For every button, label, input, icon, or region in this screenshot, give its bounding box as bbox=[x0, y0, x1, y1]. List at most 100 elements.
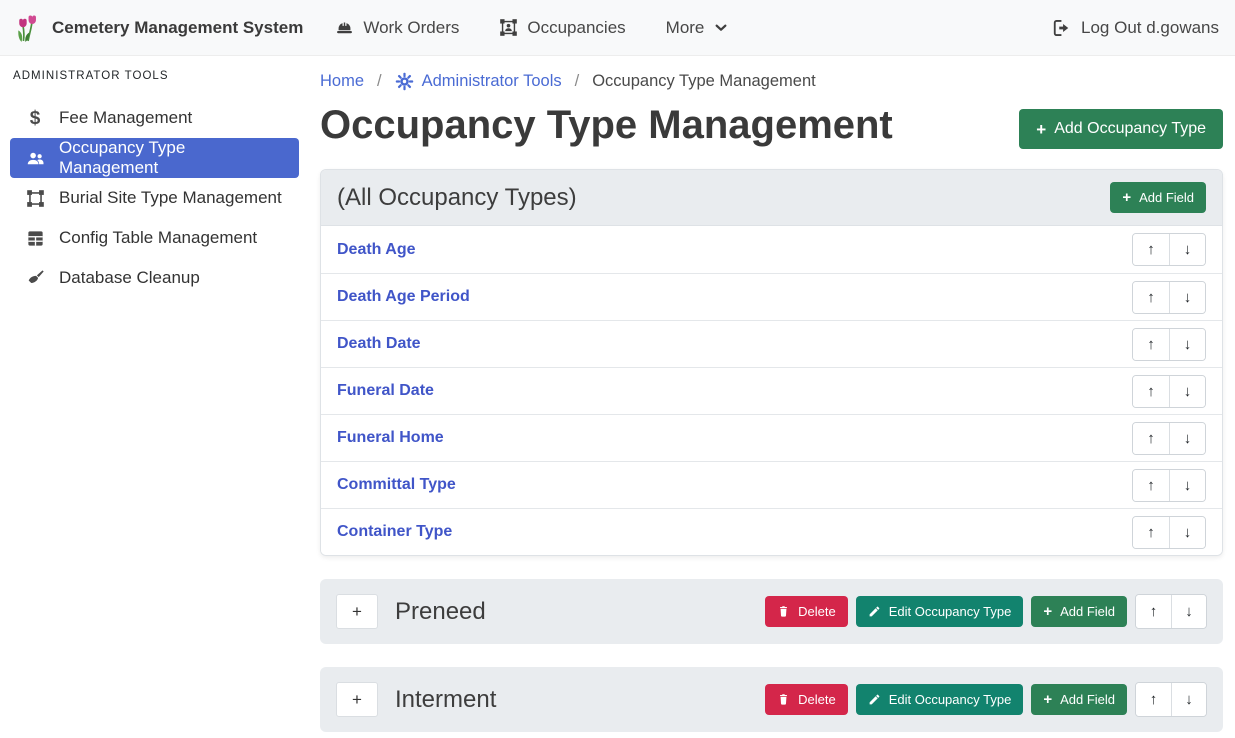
field-link-committal-type[interactable]: Committal Type bbox=[337, 476, 456, 494]
button-label: Add Occupancy Type bbox=[1054, 120, 1206, 138]
reorder-buttons: ↑ ↓ bbox=[1132, 375, 1206, 408]
sidebar-item-database-cleanup[interactable]: Database Cleanup bbox=[10, 258, 299, 298]
trash-icon bbox=[777, 605, 790, 618]
field-row: Death Date ↑ ↓ bbox=[321, 320, 1222, 367]
logout-button[interactable]: Log Out d.gowans bbox=[1051, 18, 1219, 38]
sidebar-item-config-table-management[interactable]: Config Table Management bbox=[10, 218, 299, 258]
nav-label: More bbox=[666, 18, 705, 38]
move-down-button[interactable]: ↓ bbox=[1171, 683, 1206, 716]
field-row: Funeral Date ↑ ↓ bbox=[321, 367, 1222, 414]
reorder-buttons: ↑ ↓ bbox=[1132, 281, 1206, 314]
sign-out-icon bbox=[1051, 18, 1071, 38]
breadcrumb-home[interactable]: Home bbox=[320, 72, 364, 91]
users-icon bbox=[23, 149, 47, 168]
move-down-button[interactable]: ↓ bbox=[1169, 329, 1205, 360]
button-label: Edit Occupancy Type bbox=[889, 604, 1012, 619]
app-title: Cemetery Management System bbox=[52, 18, 303, 38]
plus-icon: + bbox=[1036, 121, 1046, 138]
vector-square-icon bbox=[23, 189, 47, 208]
plus-icon: + bbox=[1122, 190, 1131, 205]
all-occupancy-types-header: (All Occupancy Types) + Add Field bbox=[321, 170, 1222, 226]
nav-occupancies[interactable]: Occupancies bbox=[499, 18, 625, 38]
button-label: Edit Occupancy Type bbox=[889, 692, 1012, 707]
reorder-buttons: ↑ ↓ bbox=[1132, 422, 1206, 455]
field-row: Container Type ↑ ↓ bbox=[321, 508, 1222, 555]
trash-icon bbox=[777, 693, 790, 706]
main-nav: Work Orders Occupancies More bbox=[335, 18, 729, 38]
dollar-icon: $ bbox=[23, 109, 47, 128]
page-title: Occupancy Type Management bbox=[320, 101, 893, 149]
move-up-button[interactable]: ↑ bbox=[1133, 376, 1169, 407]
sidebar-heading: ADMINISTRATOR TOOLS bbox=[0, 60, 309, 98]
move-down-button[interactable]: ↓ bbox=[1171, 595, 1206, 628]
sidebar-item-label: Config Table Management bbox=[59, 228, 257, 248]
pencil-icon bbox=[868, 605, 881, 618]
move-up-button[interactable]: ↑ bbox=[1133, 517, 1169, 548]
reorder-buttons: ↑ ↓ bbox=[1135, 682, 1207, 717]
move-down-button[interactable]: ↓ bbox=[1169, 234, 1205, 265]
section-title: Preneed bbox=[395, 598, 486, 626]
pencil-icon bbox=[868, 693, 881, 706]
move-up-button[interactable]: ↑ bbox=[1136, 683, 1171, 716]
move-down-button[interactable]: ↓ bbox=[1169, 517, 1205, 548]
field-row: Death Age Period ↑ ↓ bbox=[321, 273, 1222, 320]
field-link-death-age[interactable]: Death Age bbox=[337, 241, 416, 259]
delete-button[interactable]: Delete bbox=[765, 596, 848, 627]
nav-label: Work Orders bbox=[363, 18, 459, 38]
breadcrumb: Home / bbox=[320, 72, 1223, 91]
move-down-button[interactable]: ↓ bbox=[1169, 423, 1205, 454]
reorder-buttons: ↑ ↓ bbox=[1135, 594, 1207, 629]
field-link-death-age-period[interactable]: Death Age Period bbox=[337, 288, 470, 306]
breadcrumb-administrator-tools[interactable]: Administrator Tools bbox=[395, 72, 562, 91]
field-link-death-date[interactable]: Death Date bbox=[337, 335, 421, 353]
hard-hat-icon bbox=[335, 18, 354, 37]
reorder-buttons: ↑ ↓ bbox=[1132, 469, 1206, 502]
button-label: Add Field bbox=[1060, 692, 1115, 707]
table-icon bbox=[23, 229, 47, 248]
add-field-button[interactable]: + Add Field bbox=[1031, 596, 1127, 627]
app-brand[interactable]: Cemetery Management System bbox=[16, 13, 303, 43]
add-occupancy-type-button[interactable]: + Add Occupancy Type bbox=[1019, 109, 1223, 149]
field-link-funeral-date[interactable]: Funeral Date bbox=[337, 382, 434, 400]
nav-work-orders[interactable]: Work Orders bbox=[335, 18, 459, 38]
breadcrumb-separator: / bbox=[575, 72, 580, 91]
field-link-container-type[interactable]: Container Type bbox=[337, 523, 452, 541]
add-field-button[interactable]: + Add Field bbox=[1031, 684, 1127, 715]
expand-button[interactable]: + bbox=[336, 682, 378, 717]
move-up-button[interactable]: ↑ bbox=[1133, 282, 1169, 313]
reorder-buttons: ↑ ↓ bbox=[1132, 233, 1206, 266]
move-down-button[interactable]: ↓ bbox=[1169, 282, 1205, 313]
sidebar-item-label: Occupancy Type Management bbox=[59, 138, 286, 178]
expand-button[interactable]: + bbox=[336, 594, 378, 629]
broom-icon bbox=[23, 269, 47, 288]
field-link-funeral-home[interactable]: Funeral Home bbox=[337, 429, 444, 447]
move-up-button[interactable]: ↑ bbox=[1133, 329, 1169, 360]
reorder-buttons: ↑ ↓ bbox=[1132, 516, 1206, 549]
sidebar-item-burial-site-type-management[interactable]: Burial Site Type Management bbox=[10, 178, 299, 218]
breadcrumb-label: Administrator Tools bbox=[422, 72, 562, 91]
nav-more[interactable]: More bbox=[666, 18, 730, 38]
button-label: Delete bbox=[798, 692, 836, 707]
breadcrumb-current: Occupancy Type Management bbox=[592, 72, 816, 91]
move-up-button[interactable]: ↑ bbox=[1133, 423, 1169, 454]
move-up-button[interactable]: ↑ bbox=[1133, 234, 1169, 265]
delete-button[interactable]: Delete bbox=[765, 684, 848, 715]
edit-occupancy-type-button[interactable]: Edit Occupancy Type bbox=[856, 684, 1024, 715]
breadcrumb-label: Home bbox=[320, 72, 364, 91]
logout-label: Log Out d.gowans bbox=[1081, 18, 1219, 38]
card-title: (All Occupancy Types) bbox=[337, 184, 577, 212]
move-up-button[interactable]: ↑ bbox=[1133, 470, 1169, 501]
sidebar-item-occupancy-type-management[interactable]: Occupancy Type Management bbox=[10, 138, 299, 178]
sidebar-item-fee-management[interactable]: $ Fee Management bbox=[10, 98, 299, 138]
move-down-button[interactable]: ↓ bbox=[1169, 376, 1205, 407]
section-actions: Delete Edit Occupancy Type + Add Field bbox=[765, 682, 1207, 717]
edit-occupancy-type-button[interactable]: Edit Occupancy Type bbox=[856, 596, 1024, 627]
move-up-button[interactable]: ↑ bbox=[1136, 595, 1171, 628]
add-field-button[interactable]: + Add Field bbox=[1110, 182, 1206, 213]
field-row: Funeral Home ↑ ↓ bbox=[321, 414, 1222, 461]
nav-label: Occupancies bbox=[527, 18, 625, 38]
tulip-logo-icon bbox=[16, 13, 42, 43]
move-down-button[interactable]: ↓ bbox=[1169, 470, 1205, 501]
button-label: Add Field bbox=[1060, 604, 1115, 619]
field-row: Committal Type ↑ ↓ bbox=[321, 461, 1222, 508]
